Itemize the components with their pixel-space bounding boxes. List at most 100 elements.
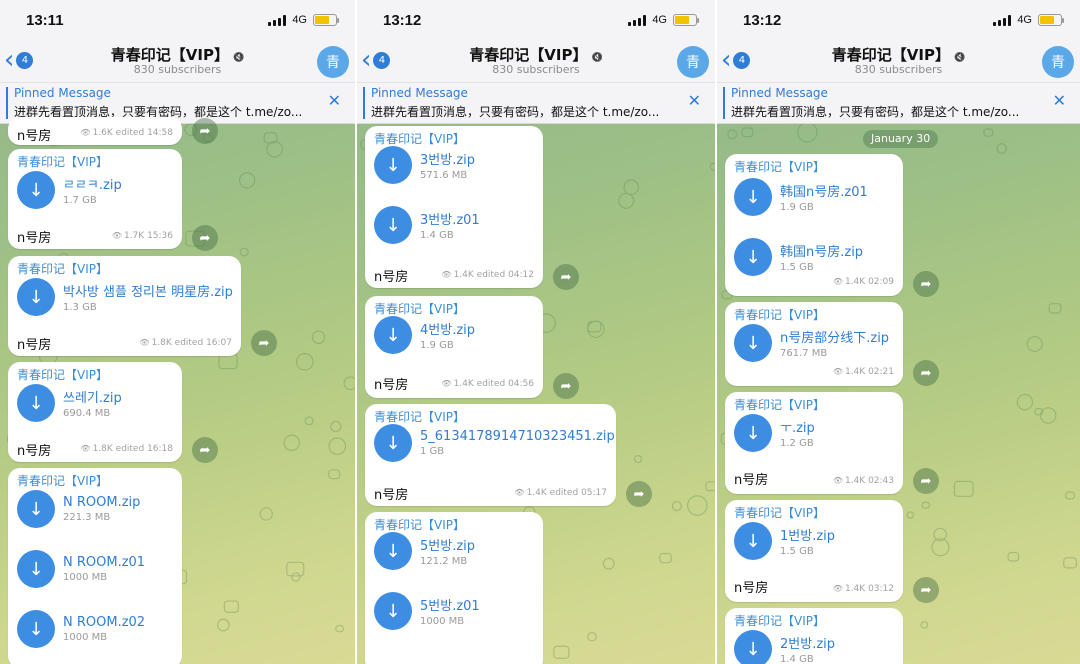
download-arrow-icon[interactable]: ↓	[734, 630, 772, 664]
channel-title[interactable]: 青春印记【VIP】 🔇	[0, 44, 355, 65]
forward-share-icon[interactable]: ➦	[913, 271, 939, 297]
status-indicators: 4G	[268, 14, 339, 26]
file-attachment[interactable]: ↓ 3번방.zip 571.6 MB	[374, 146, 475, 184]
message-bubble[interactable]: 青春印记【VIP】 ↓ n号房部分线下.zip 761.7 MB 👁 1.4K 02:21	[725, 302, 903, 386]
forward-share-icon[interactable]: ➦	[626, 481, 652, 507]
forward-share-icon[interactable]: ➦	[192, 437, 218, 463]
download-arrow-icon[interactable]: ↓	[734, 238, 772, 276]
file-attachment[interactable]: ↓ n号房部分线下.zip 761.7 MB	[734, 324, 889, 362]
message-bubble[interactable]: 青春印记【VIP】 ↓ N ROOM.zip 221.3 MB ↓ N ROOM.z01 1…	[8, 468, 182, 664]
file-attachment[interactable]: ↓ 쓰레기.zip 690.4 MB	[17, 384, 122, 422]
file-attachment[interactable]: ↓ 박사방 샘플 정리본 明星房.zip 1.3 GB	[17, 278, 233, 316]
message-sender: 青春印记【VIP】	[17, 368, 108, 382]
file-attachment[interactable]: ↓ ㅜ.zip 1.2 GB	[734, 414, 815, 452]
forward-share-icon[interactable]: ➦	[913, 468, 939, 494]
file-attachment[interactable]: ↓ 2번방.zip 1.4 GB	[734, 630, 835, 664]
download-arrow-icon[interactable]: ↓	[17, 490, 55, 528]
pinned-text: 进群先看置顶消息，只要有密码，都是这个 t.me/zo...	[371, 105, 660, 119]
download-arrow-icon[interactable]: ↓	[17, 610, 55, 648]
message-bubble[interactable]: n号房 👁 1.6K edited 14:58	[8, 117, 182, 145]
message-bubble[interactable]: 青春印记【VIP】 ↓ 韩国n号房.z01 1.9 GB ↓ 韩国n号房.zip 1.5 G…	[725, 154, 903, 296]
message-bubble[interactable]: 青春印记【VIP】 ↓ 2번방.zip 1.4 GB	[725, 608, 903, 664]
forward-share-icon[interactable]: ➦	[913, 360, 939, 386]
forward-share-icon[interactable]: ➦	[553, 373, 579, 399]
message-sender: 青春印记【VIP】	[374, 410, 465, 424]
close-icon[interactable]: ✕	[328, 91, 341, 110]
download-arrow-icon[interactable]: ↓	[17, 384, 55, 422]
pinned-message-bar[interactable]: Pinned Message 进群先看置顶消息，只要有密码，都是这个 t.me/z…	[357, 82, 715, 122]
download-arrow-icon[interactable]: ↓	[17, 171, 55, 209]
channel-title[interactable]: 青春印记【VIP】 🔇	[717, 44, 1080, 65]
channel-avatar[interactable]: 青	[1042, 46, 1074, 78]
chat-header: 13:12 4G ‹ 4 青春印记【VIP】 🔇 830 subscribers 青 Pinne…	[717, 0, 1080, 124]
download-arrow-icon[interactable]: ↓	[17, 550, 55, 588]
message-bubble[interactable]: 青春印记【VIP】 ↓ ㅜ.zip 1.2 GB n号房 👁 1.4K 02:43	[725, 392, 903, 494]
message-meta: 👁 1.8K edited 16:07	[139, 338, 232, 348]
download-arrow-icon[interactable]: ↓	[374, 532, 412, 570]
forward-share-icon[interactable]: ➦	[913, 577, 939, 603]
channel-avatar[interactable]: 青	[317, 46, 349, 78]
download-arrow-icon[interactable]: ↓	[734, 178, 772, 216]
file-attachment[interactable]: ↓ 5번방.z01 1000 MB	[374, 592, 480, 630]
eye-icon: 👁	[80, 128, 91, 137]
message-caption: n号房	[734, 581, 769, 596]
download-arrow-icon[interactable]: ↓	[17, 278, 55, 316]
forward-share-icon[interactable]: ➦	[192, 225, 218, 251]
message-bubble[interactable]: 青春印记【VIP】 ↓ 5_6134178914710323451.zip 1 GB n…	[365, 404, 616, 506]
channel-title[interactable]: 青春印记【VIP】 🔇	[357, 44, 715, 65]
pinned-title: Pinned Message	[371, 86, 468, 100]
download-arrow-icon[interactable]: ↓	[734, 522, 772, 560]
download-arrow-icon[interactable]: ↓	[374, 146, 412, 184]
file-attachment[interactable]: ↓ 5번방.zip 121.2 MB	[374, 532, 475, 570]
file-name: 韩国n号房.zip	[780, 245, 864, 260]
edited-label: edited	[115, 444, 145, 454]
pinned-message-bar[interactable]: Pinned Message 进群先看置顶消息，只要有密码，都是这个 t.me/z…	[717, 82, 1080, 122]
file-size: 1.4 GB	[420, 230, 454, 241]
message-bubble[interactable]: 青春印记【VIP】 ↓ 박사방 샘플 정리본 明星房.zip 1.3 GB n号房 👁 1.…	[8, 256, 241, 356]
file-attachment[interactable]: ↓ 4번방.zip 1.9 GB	[374, 316, 475, 354]
view-count: 1.4K	[526, 488, 547, 498]
file-attachment[interactable]: ↓ 韩国n号房.z01 1.9 GB	[734, 178, 868, 216]
message-bubble[interactable]: 青春印记【VIP】 ↓ 1번방.zip 1.5 GB n号房 👁 1.4K 03:12	[725, 500, 903, 602]
file-name: 쓰레기.zip	[63, 391, 122, 406]
muted-speaker-icon: 🔇	[591, 53, 603, 63]
message-bubble[interactable]: 青春印记【VIP】 ↓ 3번방.zip 571.6 MB ↓ 3번방.z01 1.4 GB n…	[365, 126, 543, 288]
file-attachment[interactable]: ↓ 3번방.z01 1.4 GB	[374, 206, 480, 244]
close-icon[interactable]: ✕	[688, 91, 701, 110]
forward-share-icon[interactable]: ➦	[553, 264, 579, 290]
message-meta: 👁 1.4K 03:12	[833, 584, 894, 594]
pinned-message-bar[interactable]: Pinned Message 进群先看置顶消息，只要有密码，都是这个 t.me/z…	[0, 82, 355, 122]
download-arrow-icon[interactable]: ↓	[374, 206, 412, 244]
file-size: 1.9 GB	[780, 202, 814, 213]
date-separator: January 30	[863, 130, 939, 148]
download-arrow-icon[interactable]: ↓	[374, 316, 412, 354]
message-bubble[interactable]: 青春印记【VIP】 ↓ 5번방.zip 121.2 MB ↓ 5번방.z01 1000 MB	[365, 512, 543, 664]
file-info: 쓰레기.zip 690.4 MB	[63, 387, 122, 419]
message-bubble[interactable]: 青春印记【VIP】 ↓ 4번방.zip 1.9 GB n号房 👁 1.4K edited 0…	[365, 296, 543, 398]
download-arrow-icon[interactable]: ↓	[374, 424, 412, 462]
forward-share-icon[interactable]: ➦	[251, 330, 277, 356]
file-attachment[interactable]: ↓ N ROOM.z01 1000 MB	[17, 550, 145, 588]
close-icon[interactable]: ✕	[1053, 91, 1066, 110]
file-size: 690.4 MB	[63, 408, 111, 419]
file-attachment[interactable]: ↓ 5_6134178914710323451.zip 1 GB	[374, 424, 615, 462]
download-arrow-icon[interactable]: ↓	[734, 324, 772, 362]
file-attachment[interactable]: ↓ N ROOM.zip 221.3 MB	[17, 490, 140, 528]
view-count: 1.4K	[453, 379, 474, 389]
message-bubble[interactable]: 青春印记【VIP】 ↓ ㄹㄹㅋ.zip 1.7 GB n号房 👁 1.7K 15:36	[8, 149, 182, 249]
download-arrow-icon[interactable]: ↓	[734, 414, 772, 452]
channel-avatar[interactable]: 青	[677, 46, 709, 78]
message-caption: n号房	[17, 129, 52, 144]
message-time: 16:18	[147, 444, 173, 454]
forward-share-icon[interactable]: ➦	[192, 118, 218, 144]
message-bubble[interactable]: 青春印记【VIP】 ↓ 쓰레기.zip 690.4 MB n号房 👁 1.8K edited…	[8, 362, 182, 462]
signal-icon	[628, 14, 647, 26]
file-attachment[interactable]: ↓ 韩国n号房.zip 1.5 GB	[734, 238, 863, 276]
download-arrow-icon[interactable]: ↓	[374, 592, 412, 630]
message-meta: 👁 1.4K edited 04:56	[441, 379, 534, 389]
file-attachment[interactable]: ↓ N ROOM.z02 1000 MB	[17, 610, 145, 648]
file-attachment[interactable]: ↓ 1번방.zip 1.5 GB	[734, 522, 835, 560]
file-attachment[interactable]: ↓ ㄹㄹㅋ.zip 1.7 GB	[17, 171, 122, 209]
message-sender: 青春印记【VIP】	[734, 160, 825, 174]
file-info: ㅜ.zip 1.2 GB	[780, 417, 815, 449]
